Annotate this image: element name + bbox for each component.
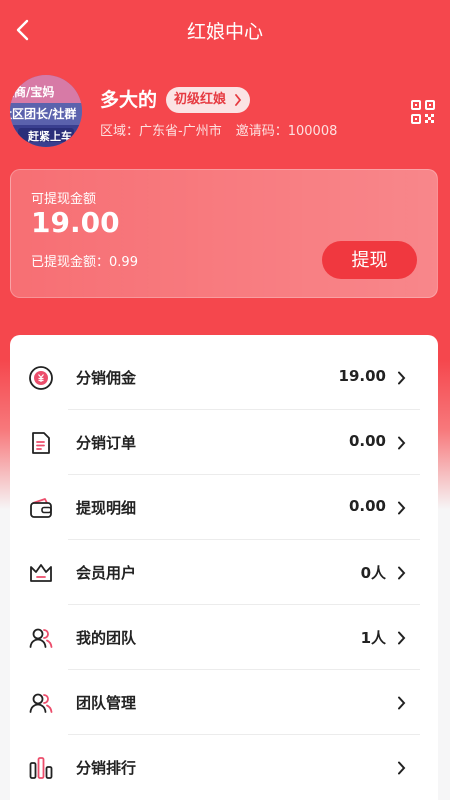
team-icon xyxy=(29,628,53,648)
avatar[interactable]: 微商/宝妈 社区团长/社群 赶紧上车 xyxy=(10,75,82,147)
menu-item-team-management[interactable]: 团队管理 xyxy=(10,670,438,735)
menu-card: 分销佣金 19.00 分销订单 0.00 提现明细 0.00 会员用户 0人 我… xyxy=(10,335,438,800)
withdrawn-amount-text: 已提现金额：0.99 xyxy=(31,251,138,270)
menu-item-commission[interactable]: 分销佣金 19.00 xyxy=(10,345,438,410)
region-value: 广东省-广州市 xyxy=(139,124,222,139)
user-name: 多大的 xyxy=(100,89,158,111)
menu-value: 0.00 xyxy=(348,497,386,515)
nav-bar: 红娘中心 xyxy=(0,0,450,62)
invite-code-value: 100008 xyxy=(287,124,338,139)
menu-item-members[interactable]: 会员用户 0人 xyxy=(10,540,438,605)
wallet-card: 可提现金额 19.00 已提现金额：0.99 提现 xyxy=(10,169,438,298)
chevron-right-icon xyxy=(235,94,242,106)
withdrawn-label: 已提现金额： xyxy=(31,255,110,270)
chevron-right-icon xyxy=(398,566,406,580)
page-title: 红娘中心 xyxy=(186,21,263,43)
avatar-text-line-3: 赶紧上车 xyxy=(28,130,72,143)
menu-value: 0.00 xyxy=(348,432,386,450)
qr-code-icon[interactable] xyxy=(410,99,436,125)
available-amount-label: 可提现金额 xyxy=(31,192,97,207)
menu-item-ranking[interactable]: 分销排行 xyxy=(10,735,438,800)
team-manage-icon xyxy=(29,693,53,713)
profile-info: 区域：广东省-广州市 邀请码：100008 xyxy=(100,120,337,139)
chevron-right-icon xyxy=(398,631,406,645)
menu-label: 我的团队 xyxy=(76,629,137,647)
menu-value: 19.00 xyxy=(338,367,386,385)
menu-label: 提现明细 xyxy=(76,499,137,517)
crown-icon xyxy=(30,564,52,582)
menu-label: 分销佣金 xyxy=(76,369,137,387)
order-document-icon xyxy=(32,432,50,454)
menu-item-withdraw-details[interactable]: 提现明细 0.00 xyxy=(10,475,438,540)
profile-header: 微商/宝妈 社区团长/社群 赶紧上车 多大的 初级红娘 区域：广东省-广州市邀请… xyxy=(10,75,440,147)
menu-value: 1人 xyxy=(360,629,386,647)
menu-label: 会员用户 xyxy=(76,564,137,582)
invite-code-label: 邀请码： xyxy=(235,124,288,139)
wallet-icon xyxy=(30,498,52,518)
chevron-right-icon xyxy=(398,696,406,710)
menu-label: 分销订单 xyxy=(76,434,137,452)
menu-value: 0人 xyxy=(360,564,386,582)
menu-item-my-team[interactable]: 我的团队 1人 xyxy=(10,605,438,670)
ranking-bars-icon xyxy=(29,757,53,779)
available-amount: 19.00 xyxy=(31,206,120,239)
withdrawn-amount: 0.99 xyxy=(109,255,138,270)
chevron-right-icon xyxy=(398,501,406,515)
menu-label: 团队管理 xyxy=(76,694,137,712)
yen-coin-icon xyxy=(29,366,53,390)
level-label: 初级红娘 xyxy=(174,92,227,107)
chevron-right-icon xyxy=(398,761,406,775)
avatar-text-line-1: 微商/宝妈 xyxy=(10,85,55,99)
region-label: 区域： xyxy=(100,124,140,139)
chevron-right-icon xyxy=(398,371,406,385)
withdraw-button[interactable]: 提现 xyxy=(322,241,417,279)
chevron-right-icon xyxy=(398,436,406,450)
level-badge[interactable]: 初级红娘 xyxy=(166,87,251,113)
avatar-text-line-2: 社区团长/社群 xyxy=(10,107,77,121)
menu-item-orders[interactable]: 分销订单 0.00 xyxy=(10,410,438,475)
menu-label: 分销排行 xyxy=(76,759,137,777)
